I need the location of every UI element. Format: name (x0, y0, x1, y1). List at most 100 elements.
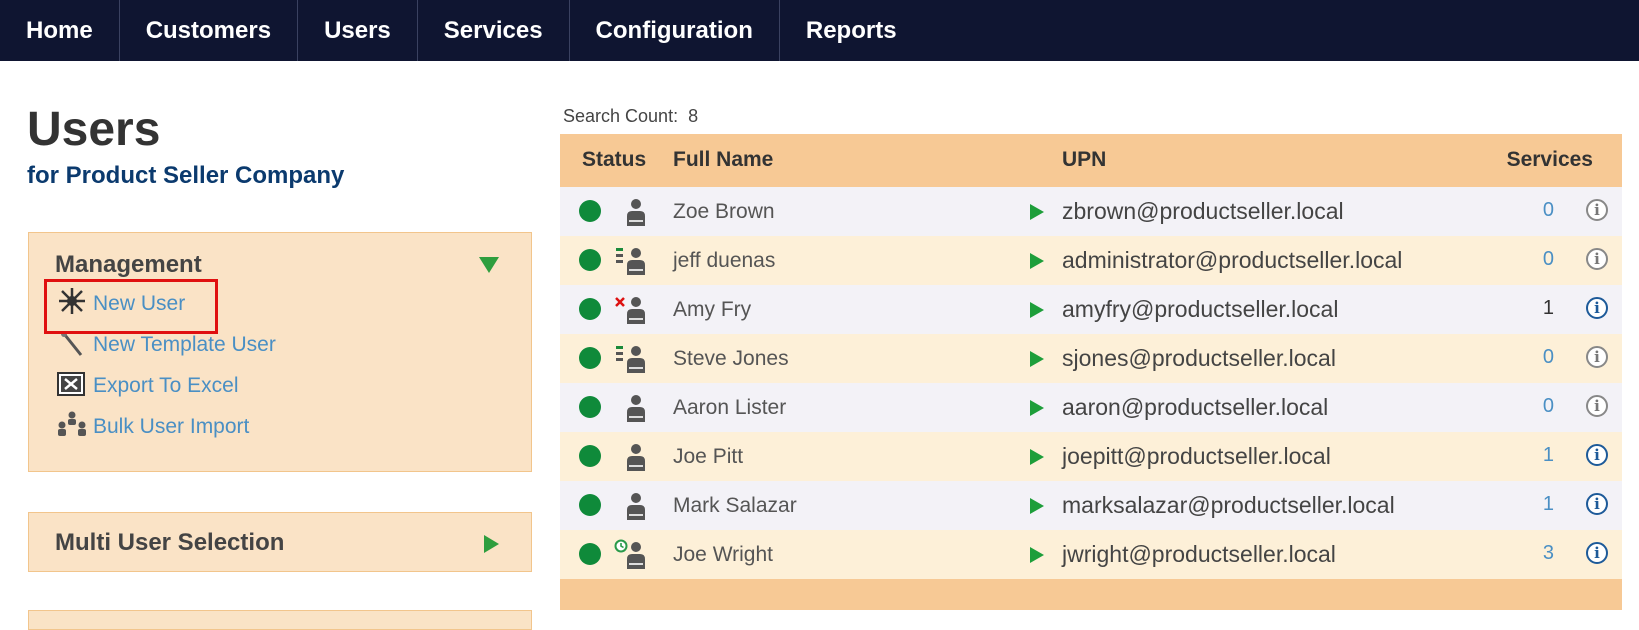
status-active-icon (579, 494, 601, 516)
table-row[interactable]: Steve Jones sjones@productseller.local 0 i (560, 334, 1622, 383)
wand-icon (55, 327, 91, 363)
table-row[interactable]: Mark Salazar marksalazar@productseller.lo… (560, 481, 1622, 530)
top-nav: Home Customers Users Services Configurat… (0, 0, 1639, 61)
users-table: Status Full Name UPN Services Zoe Brown z… (560, 134, 1622, 610)
info-icon[interactable]: i (1586, 199, 1608, 221)
admin-user-icon (614, 343, 650, 375)
cell-services-count[interactable]: 1 (1524, 444, 1554, 467)
cell-upn[interactable]: sjones@productseller.local (1062, 345, 1336, 372)
export-to-excel-label: Export To Excel (93, 374, 239, 397)
table-row[interactable]: jeff duenas administrator@productseller.l… (560, 236, 1622, 285)
status-active-icon (579, 396, 601, 418)
table-header: Status Full Name UPN Services (560, 134, 1622, 187)
info-icon[interactable]: i (1586, 248, 1608, 270)
new-user-link[interactable]: New User (55, 286, 185, 322)
new-template-user-label: New Template User (93, 333, 276, 356)
cell-full-name[interactable]: Aaron Lister (673, 396, 786, 420)
page-title: Users (27, 103, 161, 156)
search-count-label: Search Count: (563, 106, 679, 126)
new-user-icon (55, 286, 91, 322)
info-icon[interactable]: i (1586, 493, 1608, 515)
user-icon (614, 490, 650, 522)
new-user-label: New User (93, 292, 186, 315)
cell-services-count: 1 (1542, 297, 1554, 319)
cell-services-count[interactable]: 0 (1524, 346, 1554, 369)
play-icon[interactable] (1030, 498, 1044, 514)
play-icon[interactable] (1030, 204, 1044, 220)
admin-user-icon (614, 245, 650, 277)
nav-customers[interactable]: Customers (120, 0, 299, 61)
cell-upn[interactable]: marksalazar@productseller.local (1062, 492, 1395, 519)
cell-full-name[interactable]: Amy Fry (673, 298, 751, 322)
cell-full-name[interactable]: jeff duenas (673, 249, 775, 273)
management-title: Management (55, 251, 202, 278)
header-status[interactable]: Status (582, 148, 646, 172)
nav-services[interactable]: Services (418, 0, 570, 61)
cell-upn[interactable]: aaron@productseller.local (1062, 394, 1328, 421)
excel-icon (55, 368, 91, 404)
export-to-excel-link[interactable]: Export To Excel (55, 368, 239, 404)
cell-upn[interactable]: amyfry@productseller.local (1062, 296, 1338, 323)
table-row[interactable]: Joe Pitt joepitt@productseller.local 1 i (560, 432, 1622, 481)
header-services[interactable]: Services (1507, 148, 1593, 172)
play-icon[interactable] (1030, 302, 1044, 318)
table-row[interactable]: Zoe Brown zbrown@productseller.local 0 i (560, 187, 1622, 236)
search-count-value: 8 (688, 106, 699, 126)
nav-configuration[interactable]: Configuration (570, 0, 780, 61)
play-icon[interactable] (1030, 253, 1044, 269)
cell-upn[interactable]: jwright@productseller.local (1062, 541, 1336, 568)
search-count: Search Count: 8 (563, 106, 698, 127)
multi-user-selection-title: Multi User Selection (55, 529, 285, 556)
management-panel: Management New User New Template User Ex… (28, 232, 532, 472)
play-icon[interactable] (1030, 547, 1044, 563)
cell-services-count[interactable]: 3 (1524, 542, 1554, 565)
status-active-icon (579, 249, 601, 271)
new-template-user-link[interactable]: New Template User (55, 327, 276, 363)
info-icon[interactable]: i (1586, 297, 1608, 319)
expand-toggle-icon[interactable] (484, 535, 499, 553)
info-icon[interactable]: i (1586, 444, 1608, 466)
cell-services-count[interactable]: 0 (1524, 199, 1554, 222)
user-icon (614, 441, 650, 473)
collapse-toggle-icon[interactable] (479, 257, 499, 273)
info-icon[interactable]: i (1586, 395, 1608, 417)
user-icon (614, 392, 650, 424)
header-full-name[interactable]: Full Name (673, 148, 773, 172)
page-subtitle: for Product Seller Company (27, 162, 345, 189)
header-upn[interactable]: UPN (1062, 148, 1106, 172)
play-icon[interactable] (1030, 400, 1044, 416)
cell-services-count[interactable]: 1 (1524, 493, 1554, 516)
cell-services-count[interactable]: 0 (1524, 395, 1554, 418)
group-icon (55, 409, 91, 445)
table-row[interactable]: Joe Wright jwright@productseller.local 3 i (560, 530, 1622, 579)
table-row[interactable]: Amy Fry amyfry@productseller.local 1 i (560, 285, 1622, 334)
cell-full-name[interactable]: Joe Wright (673, 543, 773, 567)
play-icon[interactable] (1030, 351, 1044, 367)
next-panel (28, 610, 532, 630)
user-icon (614, 196, 650, 228)
multi-user-selection-panel[interactable]: Multi User Selection (28, 512, 532, 572)
disabled-user-icon (614, 294, 650, 326)
cell-upn[interactable]: joepitt@productseller.local (1062, 443, 1331, 470)
status-active-icon (579, 347, 601, 369)
info-icon[interactable]: i (1586, 346, 1608, 368)
play-icon[interactable] (1030, 449, 1044, 465)
status-active-icon (579, 200, 601, 222)
cell-upn[interactable]: zbrown@productseller.local (1062, 198, 1344, 225)
cell-full-name[interactable]: Joe Pitt (673, 445, 743, 469)
cell-upn[interactable]: administrator@productseller.local (1062, 247, 1402, 274)
info-icon[interactable]: i (1586, 542, 1608, 564)
table-row[interactable]: Aaron Lister aaron@productseller.local 0 i (560, 383, 1622, 432)
cell-services-count[interactable]: 0 (1524, 248, 1554, 271)
status-active-icon (579, 445, 601, 467)
bulk-user-import-link[interactable]: Bulk User Import (55, 409, 249, 445)
status-active-icon (579, 298, 601, 320)
cell-full-name[interactable]: Mark Salazar (673, 494, 797, 518)
cell-full-name[interactable]: Steve Jones (673, 347, 789, 371)
scheduled-user-icon (614, 539, 650, 571)
cell-full-name[interactable]: Zoe Brown (673, 200, 775, 224)
nav-reports[interactable]: Reports (780, 0, 923, 61)
status-active-icon (579, 543, 601, 565)
nav-users[interactable]: Users (298, 0, 418, 61)
nav-home[interactable]: Home (0, 0, 120, 61)
